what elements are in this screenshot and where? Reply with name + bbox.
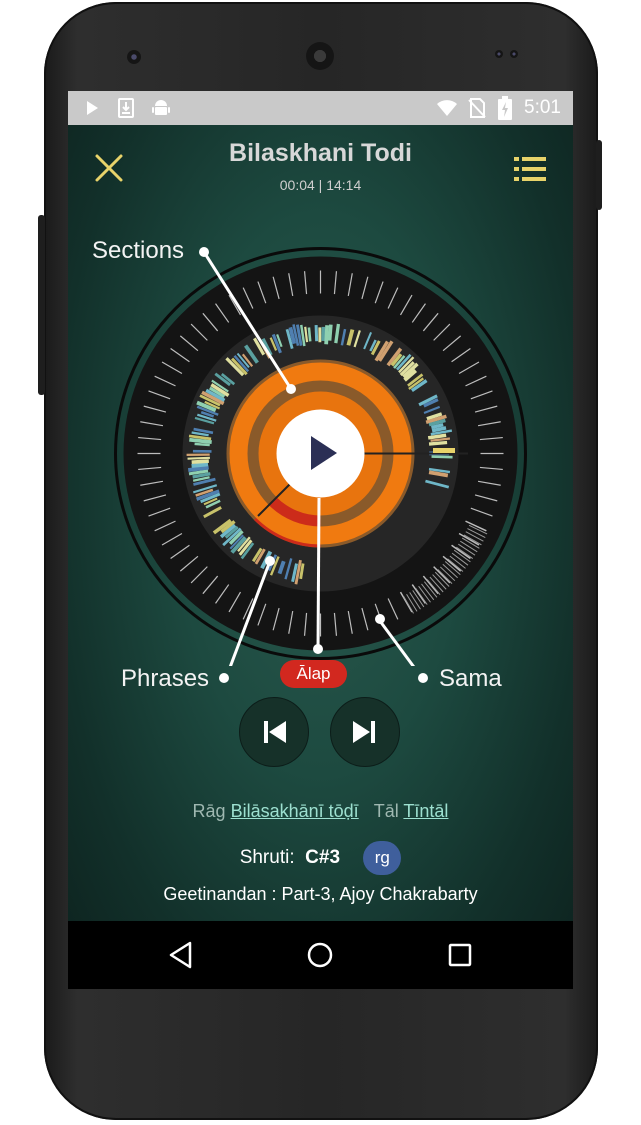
sections-callout: Sections — [92, 237, 185, 264]
phrase-mark — [327, 324, 333, 341]
track-title: Bilaskhani Todi — [229, 139, 412, 167]
tal-link[interactable]: Tīntāl — [403, 801, 448, 821]
play-icon — [87, 101, 98, 115]
phrase-mark — [191, 462, 209, 468]
status-bar: 5:01 — [68, 91, 573, 125]
phrase-mark — [189, 437, 212, 444]
phrase-mark — [307, 327, 312, 342]
download-icon — [118, 98, 134, 118]
shruti-badge[interactable]: rg — [363, 841, 402, 875]
skip-next-icon — [353, 721, 375, 743]
volume-button — [38, 215, 45, 395]
next-button[interactable] — [330, 697, 400, 767]
sama-marker — [433, 448, 455, 453]
artist-info: Geetinandan : Part-3, Ajoy Chakrabarty — [163, 884, 478, 904]
back-icon[interactable] — [166, 940, 196, 970]
phrase-mark — [324, 325, 330, 345]
rag-label: Rāg — [192, 801, 226, 821]
battery-charging-icon — [498, 96, 512, 120]
phrase-mark — [194, 442, 210, 447]
sama-callout-dot — [418, 673, 428, 683]
earpiece-speaker — [306, 42, 334, 70]
phrase-mark — [431, 455, 453, 459]
no-sim-icon — [468, 98, 486, 118]
android-icon — [152, 100, 170, 115]
front-camera — [127, 50, 141, 64]
power-button — [596, 140, 602, 210]
rag-link[interactable]: Bilāsakhānī tōḍī — [231, 801, 359, 821]
phrases-callout: Phrases — [121, 665, 210, 692]
phrases-callout-dot — [219, 673, 229, 683]
raga-info: Rāg Bilāsakhānī tōḍī Tāl Tīntāl — [68, 801, 573, 822]
shruti-label: Shruti: — [239, 847, 295, 869]
sama-callout: Sama — [439, 665, 502, 692]
playback-time: 00:04 | 14:14 — [279, 177, 362, 193]
navigation-bar — [68, 921, 573, 989]
wifi-icon — [437, 100, 457, 116]
phrase-mark — [191, 459, 209, 464]
app-screen: 5:01 Bilaskhani Todi 00:04 | 14:14 Secti… — [68, 91, 573, 989]
sensor — [495, 50, 503, 58]
section-label: Ālap — [280, 660, 347, 688]
previous-button[interactable] — [239, 697, 309, 767]
home-icon[interactable] — [305, 940, 335, 970]
phrase-mark — [427, 433, 447, 440]
phrase-mark — [428, 440, 448, 446]
phrase-mark — [187, 456, 210, 460]
phrase-mark — [187, 465, 209, 473]
recents-icon[interactable] — [445, 940, 475, 970]
sensor-2 — [510, 50, 518, 58]
phrase-mark — [314, 324, 319, 342]
skip-previous-icon — [264, 721, 286, 743]
shruti-value: C#3 — [305, 847, 341, 869]
raga-dial[interactable] — [108, 241, 533, 666]
shruti-row: Shruti: C#3 rg — [68, 841, 573, 875]
list-menu-icon[interactable] — [514, 155, 546, 183]
tal-label: Tāl — [373, 801, 399, 821]
status-clock: 5:01 — [524, 97, 561, 118]
